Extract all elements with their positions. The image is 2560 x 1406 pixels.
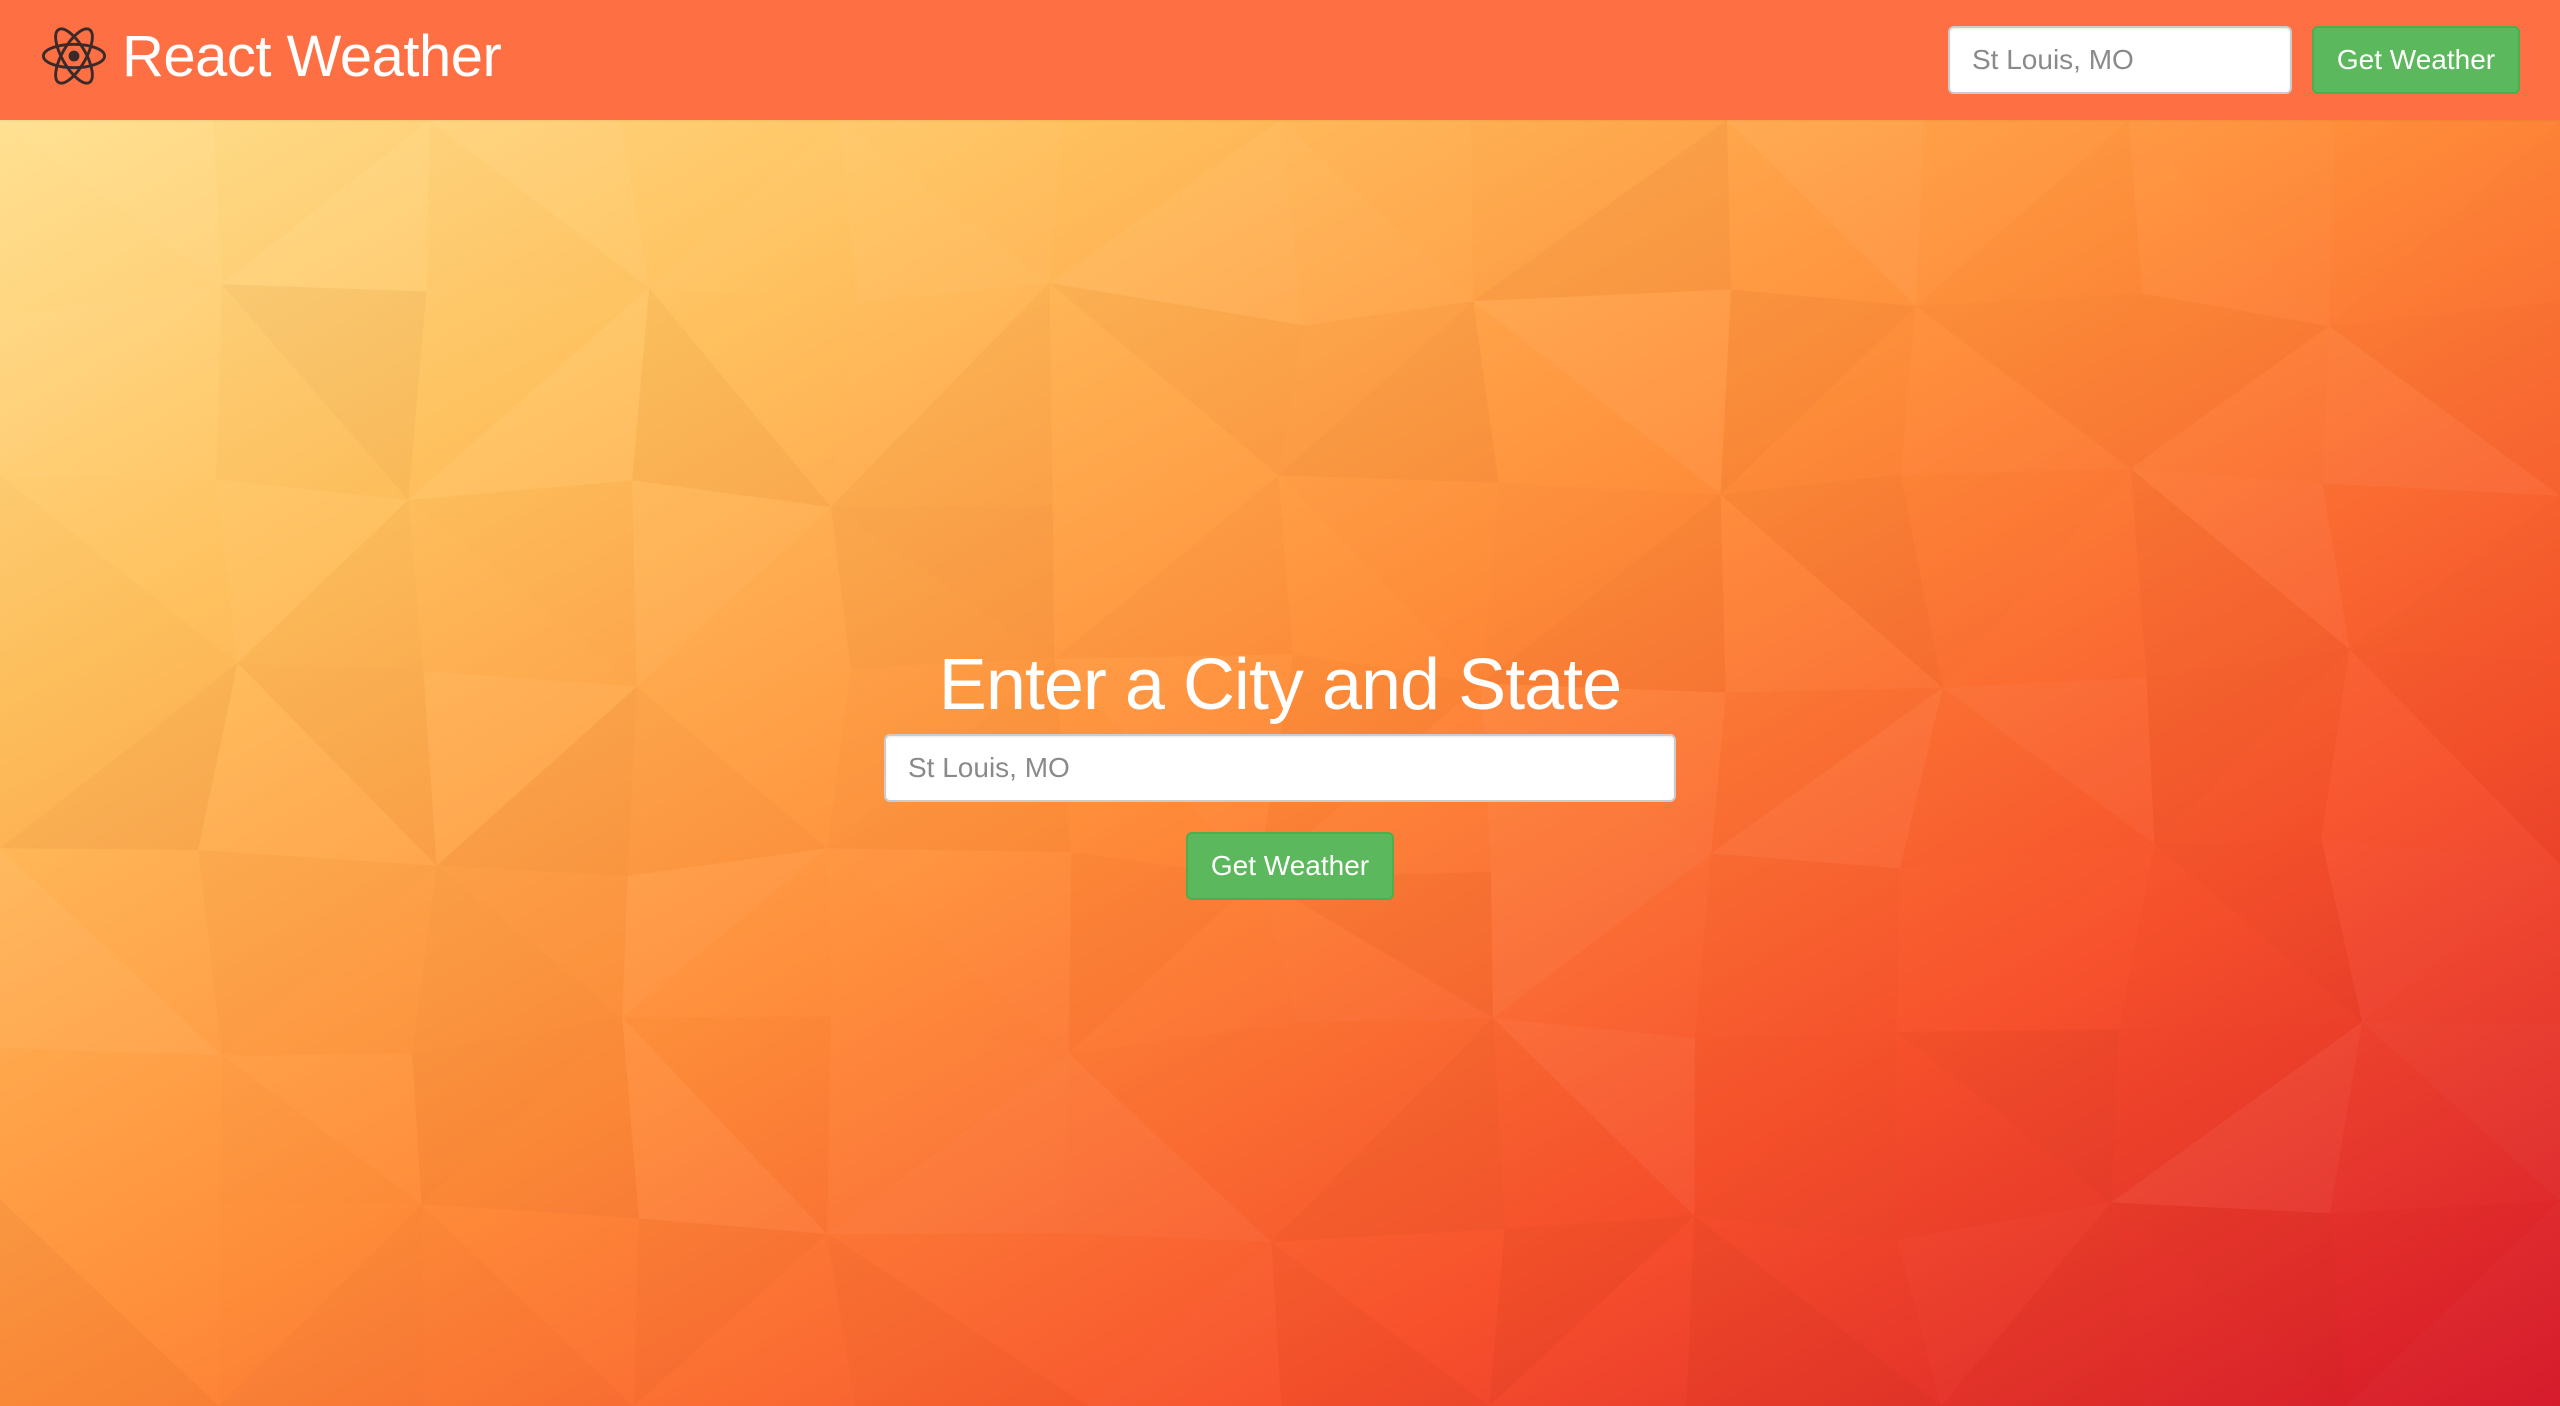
react-atom-icon — [41, 27, 107, 85]
city-input[interactable] — [884, 734, 1676, 802]
get-weather-button[interactable]: Get Weather — [1186, 832, 1394, 900]
brand-title: React Weather — [122, 23, 502, 89]
navbar-get-weather-button[interactable]: Get Weather — [2312, 26, 2520, 94]
navbar: React Weather Get Weather — [0, 0, 2560, 120]
hero-section: Enter a City and State Get Weather — [0, 0, 2560, 1406]
navbar-city-input[interactable] — [1948, 26, 2292, 94]
page-heading: Enter a City and State — [938, 645, 1622, 725]
brand-link[interactable]: React Weather — [38, 18, 502, 94]
